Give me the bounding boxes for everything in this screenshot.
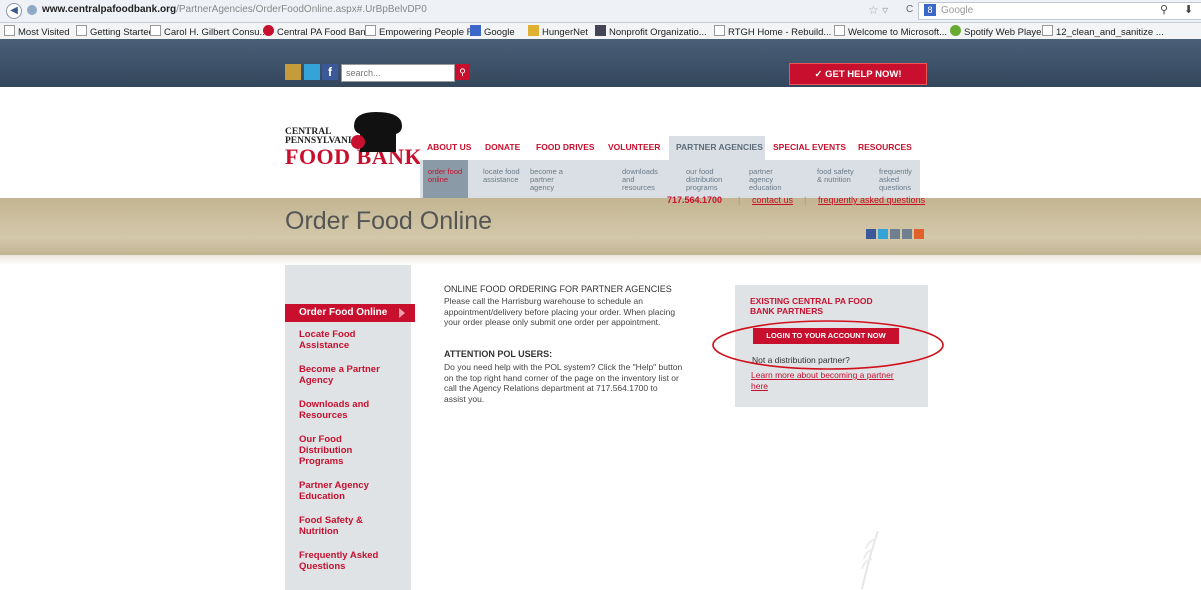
arrow-right-icon — [399, 308, 405, 318]
bookmarks-bar: Most Visited Getting Started Carol H. Gi… — [0, 23, 1201, 40]
subnav-order-food-online[interactable]: order food online — [428, 168, 462, 184]
phone-number: 717.564.1700 — [667, 195, 723, 205]
google-icon[interactable]: 8 — [924, 4, 936, 16]
highlight-oval-annotation — [712, 320, 944, 370]
site-topbar — [0, 39, 1201, 87]
sidebar-item-become-partner[interactable]: Become a Partner Agency — [299, 364, 399, 386]
subnav-downloads[interactable]: downloads and resources — [622, 168, 658, 192]
url-domain: www.centralpafoodbank.org — [42, 4, 177, 15]
sidebar-item-food-safety[interactable]: Food Safety & Nutrition — [299, 515, 399, 537]
address-bar[interactable]: www.centralpafoodbank.org/PartnerAgencie… — [42, 4, 427, 15]
sidebar-item-agency-education[interactable]: Partner Agency Education — [299, 480, 399, 502]
browser-toolbar: ◀ www.centralpafoodbank.org/PartnerAgenc… — [0, 0, 1201, 23]
search-button-icon[interactable]: ⚲ — [455, 64, 470, 80]
nav-volunteer[interactable]: VOLUNTEER — [608, 142, 660, 152]
subnav-faq[interactable]: frequently asked questions — [879, 168, 912, 192]
faq-link[interactable]: frequently asked questions — [818, 195, 925, 205]
get-help-now-button[interactable]: ✓ GET HELP NOW! — [789, 63, 927, 85]
search-engine-label: Google — [941, 5, 974, 16]
bookmark-item[interactable]: RTGH Home - Rebuild... — [714, 25, 831, 38]
separator: | — [804, 195, 807, 205]
nav-resources[interactable]: RESOURCES — [858, 142, 912, 152]
hero-shadow — [0, 255, 1201, 265]
nav-food-drives[interactable]: FOOD DRIVES — [536, 142, 595, 152]
search-icon[interactable]: ⚲ — [1160, 3, 1168, 16]
become-partner-link[interactable]: Learn more about becoming a partner here — [751, 370, 921, 392]
bookmark-item[interactable]: Carol H. Gilbert Consu... — [150, 25, 267, 38]
sidebar-item-downloads[interactable]: Downloads and Resources — [299, 399, 399, 421]
more-share-icon[interactable] — [914, 229, 924, 239]
sidebar-item-distribution-programs[interactable]: Our Food Distribution Programs — [299, 434, 399, 467]
nav-special-events[interactable]: SPECIAL EVENTS — [773, 142, 846, 152]
nav-partner-agencies[interactable]: PARTNER AGENCIES — [676, 142, 763, 152]
bread-logo-icon[interactable] — [346, 108, 406, 156]
sidebar-item-order-food-online[interactable]: Order Food Online — [285, 304, 415, 322]
reload-icon[interactable]: C — [906, 4, 913, 15]
back-arrow-icon[interactable]: ◀ — [6, 3, 22, 19]
nav-about-us[interactable]: ABOUT US — [427, 142, 471, 152]
wheat-watermark-icon — [861, 530, 879, 590]
bookmark-item[interactable]: Empowering People F... — [365, 25, 479, 38]
partner-panel-title: EXISTING CENTRAL PA FOOD BANK PARTNERS — [750, 296, 873, 316]
download-icon[interactable]: ⬇ — [1184, 3, 1193, 16]
globe-icon — [27, 5, 37, 15]
subnav-locate-food[interactable]: locate food assistance — [483, 168, 520, 184]
content-heading: ONLINE FOOD ORDERING FOR PARTNER AGENCIE… — [444, 284, 672, 294]
bookmark-item[interactable]: 12_clean_and_sanitize ... — [1042, 25, 1164, 38]
subnav-food-safety[interactable]: food safety & nutrition — [817, 168, 854, 184]
sidebar-item-locate-food[interactable]: Locate Food Assistance — [299, 329, 399, 351]
subnav-become-partner[interactable]: become a partner agency — [530, 168, 563, 192]
home-icon[interactable] — [285, 64, 301, 80]
facebook-icon[interactable]: f — [322, 64, 338, 80]
subnav-distribution-programs[interactable]: our food distribution programs — [686, 168, 722, 192]
attention-heading: ATTENTION POL USERS: — [444, 349, 553, 359]
content-paragraph: Do you need help with the POL system? Cl… — [444, 362, 683, 404]
bookmark-item[interactable]: Nonprofit Organizatio... — [595, 25, 707, 38]
bookmark-star-icon[interactable]: ☆ ▿ — [868, 3, 888, 17]
bookmark-item[interactable]: Central PA Food Bank — [263, 25, 370, 38]
separator: | — [738, 195, 741, 205]
content-paragraph: Please call the Harrisburg warehouse to … — [444, 296, 676, 327]
bookmark-item[interactable]: Google — [470, 25, 515, 38]
twitter-icon[interactable] — [304, 64, 320, 80]
twitter-share-icon[interactable] — [878, 229, 888, 239]
email-share-icon[interactable] — [890, 229, 900, 239]
nav-donate[interactable]: DONATE — [485, 142, 520, 152]
bookmark-item[interactable]: Getting Started — [76, 25, 154, 38]
subnav-agency-education[interactable]: partner agency education — [749, 168, 782, 192]
bookmark-item[interactable]: HungerNet — [528, 25, 588, 38]
bookmark-item[interactable]: Welcome to Microsoft... — [834, 25, 947, 38]
contact-us-link[interactable]: contact us — [752, 195, 793, 205]
facebook-share-icon[interactable] — [866, 229, 876, 239]
sidebar-item-label: Order Food Online — [299, 307, 388, 318]
page-title: Order Food Online — [285, 207, 493, 235]
bookmark-item[interactable]: Spotify Web Player — [950, 25, 1045, 38]
site-search-input[interactable] — [341, 64, 455, 82]
bookmark-item[interactable]: Most Visited — [4, 25, 70, 38]
url-path: /PartnerAgencies/OrderFoodOnline.aspx#.U… — [176, 4, 427, 15]
sidebar-item-faq[interactable]: Frequently Asked Questions — [299, 550, 399, 572]
print-share-icon[interactable] — [902, 229, 912, 239]
